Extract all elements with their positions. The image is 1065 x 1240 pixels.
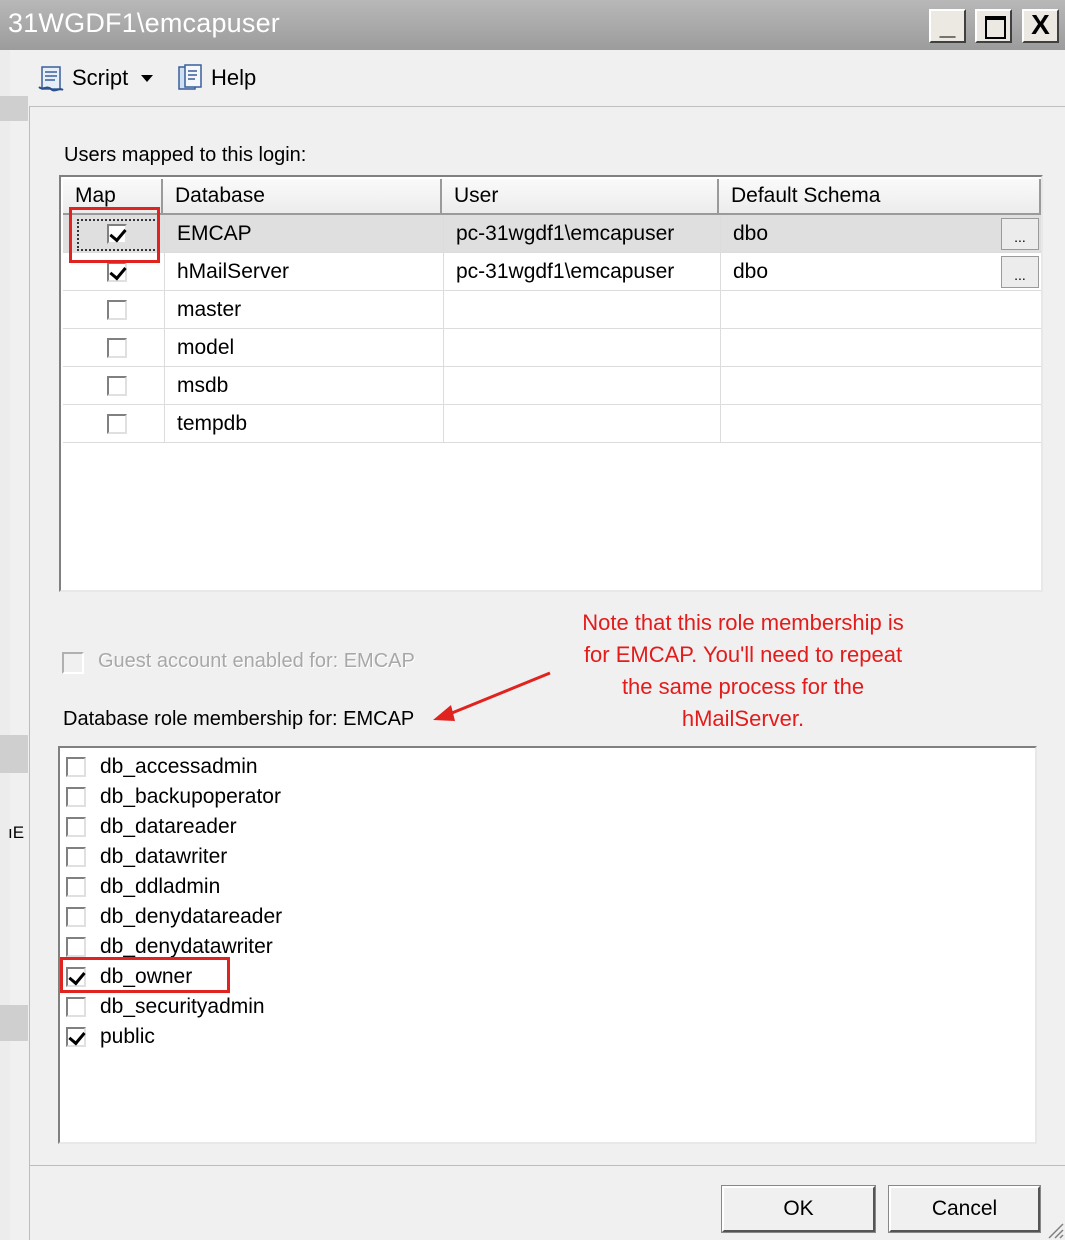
role-checkbox[interactable] <box>66 997 86 1017</box>
list-item[interactable]: db_datawriter <box>66 842 227 872</box>
role-checkbox[interactable] <box>66 1027 86 1047</box>
role-label: db_datareader <box>100 815 237 838</box>
table-row[interactable]: tempdb <box>63 405 1041 443</box>
role-checkbox[interactable] <box>66 757 86 777</box>
schema-cell: dbo <box>733 260 769 283</box>
annotation-highlight-map <box>69 207 160 263</box>
close-icon: X <box>1031 9 1050 40</box>
minimize-button[interactable]: _ <box>929 9 966 43</box>
user-cell: pc-31wgdf1\emcapuser <box>456 260 675 283</box>
database-cell: hMailServer <box>177 260 290 283</box>
help-button[interactable]: Help <box>175 61 256 95</box>
role-checkbox[interactable] <box>66 847 86 867</box>
map-checkbox[interactable] <box>107 262 127 282</box>
table-row[interactable]: hMailServer pc-31wgdf1\emcapuser dbo ... <box>63 253 1041 291</box>
guest-account-checkbox[interactable] <box>62 652 84 674</box>
list-item[interactable]: db_securityadmin <box>66 992 265 1022</box>
users-mapped-grid[interactable]: Map Database User Default Schema EMCAP p… <box>59 175 1043 592</box>
column-header-user[interactable]: User <box>442 179 719 215</box>
role-label: db_securityadmin <box>100 995 265 1018</box>
database-cell: msdb <box>177 374 229 397</box>
annotation-note-line: for EMCAP. You'll need to repeat <box>583 642 903 667</box>
role-checkbox[interactable] <box>66 937 86 957</box>
schema-browse-button[interactable]: ... <box>1001 256 1039 288</box>
role-checkbox[interactable] <box>66 787 86 807</box>
map-checkbox[interactable] <box>107 376 127 396</box>
database-cell: master <box>177 298 242 321</box>
window-title: 31WGDF1\emcapuser <box>8 8 280 38</box>
schema-browse-button[interactable]: ... <box>1001 218 1039 250</box>
list-item[interactable]: db_datareader <box>66 812 237 842</box>
column-divider <box>443 215 444 443</box>
role-label: db_accessadmin <box>100 755 258 778</box>
cancel-button[interactable]: Cancel <box>888 1185 1041 1233</box>
users-mapped-label: Users mapped to this login: <box>64 144 307 166</box>
background-window-text: ıE <box>8 823 25 842</box>
role-label: db_backupoperator <box>100 785 281 808</box>
close-button[interactable]: X <box>1022 9 1059 43</box>
role-checkbox[interactable] <box>66 907 86 927</box>
role-checkbox[interactable] <box>66 817 86 837</box>
database-cell: model <box>177 336 235 359</box>
list-item[interactable]: db_accessadmin <box>66 752 258 782</box>
database-cell: EMCAP <box>177 222 252 245</box>
role-label: public <box>100 1025 155 1048</box>
list-item[interactable]: db_backupoperator <box>66 782 281 812</box>
list-item[interactable]: db_ddladmin <box>66 872 220 902</box>
role-label: db_datawriter <box>100 845 228 868</box>
role-membership-label: Database role membership for: EMCAP <box>63 708 415 730</box>
help-icon <box>178 64 202 90</box>
table-row[interactable]: msdb <box>63 367 1041 405</box>
list-item[interactable]: public <box>66 1022 155 1052</box>
background-window-block <box>0 1005 28 1041</box>
map-checkbox[interactable] <box>107 338 127 358</box>
column-divider <box>164 215 165 443</box>
dropdown-arrow-icon[interactable] <box>140 73 154 83</box>
annotation-arrow-icon <box>433 671 551 721</box>
map-checkbox[interactable] <box>107 300 127 320</box>
guest-account-label: Guest account enabled for: EMCAP <box>98 650 415 672</box>
ok-button[interactable]: OK <box>721 1185 876 1233</box>
minimize-icon: _ <box>939 9 956 40</box>
annotation-note: Note that this role membership is for EM… <box>538 607 948 735</box>
column-divider <box>720 215 721 443</box>
database-cell: tempdb <box>177 412 248 435</box>
role-checkbox[interactable] <box>66 877 86 897</box>
annotation-note-line: the same process for the <box>621 674 865 699</box>
role-label: db_ddladmin <box>100 875 221 898</box>
background-window-block <box>0 96 28 121</box>
table-row[interactable]: model <box>63 329 1041 367</box>
script-button[interactable]: Script <box>36 61 154 95</box>
resize-grip-icon[interactable] <box>1046 1221 1064 1239</box>
background-window-block <box>0 735 28 773</box>
column-header-database[interactable]: Database <box>163 179 442 215</box>
role-membership-list[interactable]: db_accessadmin db_backupoperator db_data… <box>58 746 1037 1144</box>
map-checkbox[interactable] <box>107 414 127 434</box>
maximize-icon <box>985 16 1006 39</box>
annotation-highlight-db-owner <box>60 957 230 993</box>
background-window-strip <box>0 50 10 1240</box>
separator <box>29 1165 1065 1166</box>
role-label: db_denydatareader <box>100 905 283 928</box>
script-icon <box>38 66 64 92</box>
help-label: Help <box>211 65 257 90</box>
user-cell: pc-31wgdf1\emcapuser <box>456 222 675 245</box>
annotation-note-line: Note that this role membership is <box>582 610 904 635</box>
table-row[interactable]: master <box>63 291 1041 329</box>
maximize-button[interactable] <box>975 9 1012 43</box>
column-header-default-schema[interactable]: Default Schema <box>719 179 1041 215</box>
list-item[interactable]: db_denydatareader <box>66 902 282 932</box>
script-label: Script <box>72 65 129 90</box>
role-label: db_denydatawriter <box>100 935 273 958</box>
schema-cell: dbo <box>733 222 769 245</box>
table-row[interactable]: EMCAP pc-31wgdf1\emcapuser dbo ... <box>63 215 1041 253</box>
annotation-note-line: hMailServer. <box>681 706 805 731</box>
